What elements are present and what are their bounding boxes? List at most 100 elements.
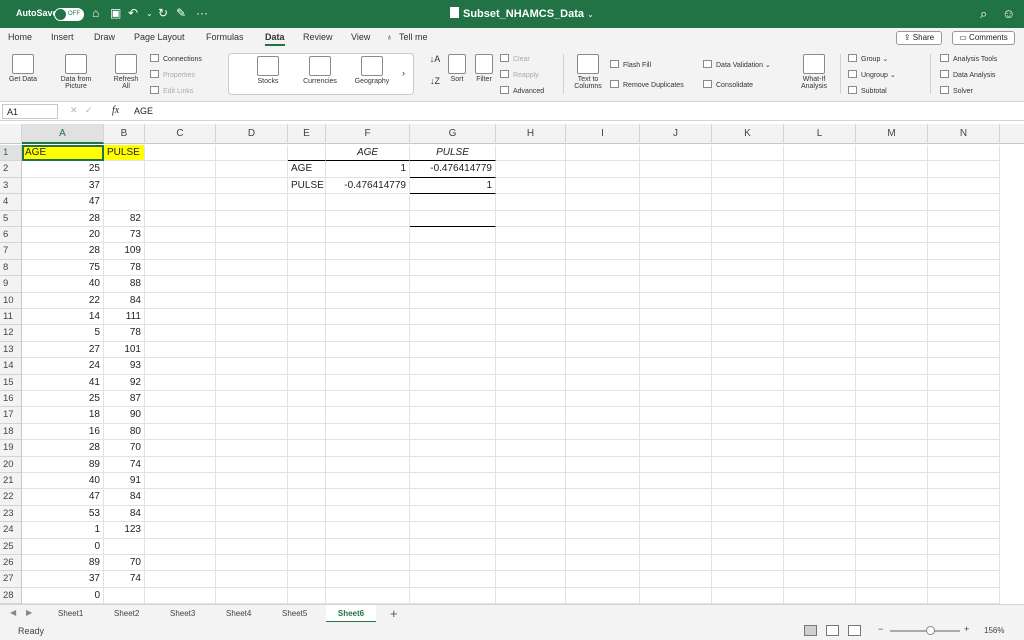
cell-n6[interactable] xyxy=(928,227,1000,244)
row-header[interactable]: 20 xyxy=(0,456,22,473)
cell-j7[interactable] xyxy=(640,243,712,260)
save-icon[interactable]: ▣ xyxy=(110,6,121,20)
cell-k22[interactable] xyxy=(712,489,784,506)
properties-button[interactable]: Properties xyxy=(150,70,195,79)
zoom-slider[interactable] xyxy=(890,630,960,632)
cell-c2[interactable] xyxy=(145,161,216,178)
cell-a1[interactable]: AGE xyxy=(22,145,104,162)
cell-c19[interactable] xyxy=(145,440,216,457)
cell-k15[interactable] xyxy=(712,374,784,391)
chevron-down-icon[interactable]: ⌄ xyxy=(587,10,594,19)
cell-k26[interactable] xyxy=(712,555,784,572)
cell-c20[interactable] xyxy=(145,456,216,473)
cell-d6[interactable] xyxy=(216,227,288,244)
cell-h10[interactable] xyxy=(496,292,566,309)
cell-f4[interactable] xyxy=(326,194,410,211)
cell-j2[interactable] xyxy=(640,161,712,178)
cell-b4[interactable] xyxy=(104,194,145,211)
autosave-toggle[interactable]: OFF xyxy=(54,8,84,21)
edit-links-button[interactable]: Edit Links xyxy=(150,86,193,95)
cell-l8[interactable] xyxy=(784,259,856,277)
cell-k14[interactable] xyxy=(712,358,784,375)
cell-j8[interactable] xyxy=(640,259,712,277)
row-header[interactable]: 11 xyxy=(0,309,22,326)
cell-a27[interactable]: 37 xyxy=(22,571,104,588)
sort-descending-button[interactable]: ↓Z xyxy=(428,76,442,86)
cell-i5[interactable] xyxy=(566,210,640,227)
cell-n12[interactable] xyxy=(928,325,1000,342)
cell-g5[interactable] xyxy=(410,210,496,227)
cell-i9[interactable] xyxy=(566,276,640,293)
cell-g17[interactable] xyxy=(410,407,496,424)
cell-f3[interactable]: -0.476414779 xyxy=(326,177,410,195)
cell-i27[interactable] xyxy=(566,571,640,588)
cell-e5[interactable] xyxy=(288,210,326,227)
cell-n18[interactable] xyxy=(928,423,1000,441)
cell-j21[interactable] xyxy=(640,473,712,490)
cell-j3[interactable] xyxy=(640,177,712,195)
cell-f23[interactable] xyxy=(326,505,410,523)
cell-c1[interactable] xyxy=(145,145,216,162)
cell-g28[interactable] xyxy=(410,587,496,604)
flash-fill-button[interactable]: Flash Fill xyxy=(610,60,651,69)
cell-n13[interactable] xyxy=(928,341,1000,359)
cell-j16[interactable] xyxy=(640,391,712,408)
consolidate-button[interactable]: Consolidate xyxy=(703,80,753,89)
cell-l13[interactable] xyxy=(784,341,856,359)
cell-e19[interactable] xyxy=(288,440,326,457)
cell-e4[interactable] xyxy=(288,194,326,211)
filter-button[interactable]: Filter xyxy=(472,54,496,83)
cell-d22[interactable] xyxy=(216,489,288,506)
cell-l21[interactable] xyxy=(784,473,856,490)
select-all-corner[interactable] xyxy=(0,124,22,144)
group-button[interactable]: Group ⌄ xyxy=(848,54,888,63)
cell-c8[interactable] xyxy=(145,259,216,277)
cell-m2[interactable] xyxy=(856,161,928,178)
cell-a25[interactable]: 0 xyxy=(22,538,104,555)
cell-c4[interactable] xyxy=(145,194,216,211)
cell-j24[interactable] xyxy=(640,522,712,539)
cancel-icon[interactable]: ✕ ✓ xyxy=(70,105,93,116)
cell-e7[interactable] xyxy=(288,243,326,260)
data-validation-button[interactable]: Data Validation ⌄ xyxy=(703,60,771,69)
cell-b11[interactable]: 111 xyxy=(104,309,145,326)
share-button[interactable]: ⇪ Share xyxy=(896,31,942,45)
cell-l9[interactable] xyxy=(784,276,856,293)
customize-icon[interactable]: ✎ xyxy=(176,6,186,20)
cell-f21[interactable] xyxy=(326,473,410,490)
clear-button[interactable]: Clear xyxy=(500,54,530,63)
tab-insert[interactable]: Insert xyxy=(51,32,74,42)
cell-f14[interactable] xyxy=(326,358,410,375)
cell-n14[interactable] xyxy=(928,358,1000,375)
row-header[interactable]: 24 xyxy=(0,522,22,539)
cell-e24[interactable] xyxy=(288,522,326,539)
column-header-j[interactable]: J xyxy=(640,124,712,144)
cell-n7[interactable] xyxy=(928,243,1000,260)
cell-a21[interactable]: 40 xyxy=(22,473,104,490)
cell-m22[interactable] xyxy=(856,489,928,506)
tab-page-layout[interactable]: Page Layout xyxy=(134,32,185,42)
cell-i2[interactable] xyxy=(566,161,640,178)
cell-h15[interactable] xyxy=(496,374,566,391)
cell-m3[interactable] xyxy=(856,177,928,195)
column-header-d[interactable]: D xyxy=(216,124,288,144)
cell-g23[interactable] xyxy=(410,505,496,523)
cell-g27[interactable] xyxy=(410,571,496,588)
cell-e1[interactable] xyxy=(288,145,326,162)
cell-f9[interactable] xyxy=(326,276,410,293)
cell-a7[interactable]: 28 xyxy=(22,243,104,260)
cell-a11[interactable]: 14 xyxy=(22,309,104,326)
tab-formulas[interactable]: Formulas xyxy=(206,32,244,42)
stocks-button[interactable]: Stocks xyxy=(248,56,288,85)
cell-i19[interactable] xyxy=(566,440,640,457)
cell-k21[interactable] xyxy=(712,473,784,490)
cell-b19[interactable]: 70 xyxy=(104,440,145,457)
cell-g11[interactable] xyxy=(410,309,496,326)
cell-c15[interactable] xyxy=(145,374,216,391)
cell-i26[interactable] xyxy=(566,555,640,572)
cell-a6[interactable]: 20 xyxy=(22,227,104,244)
cell-a9[interactable]: 40 xyxy=(22,276,104,293)
cell-i3[interactable] xyxy=(566,177,640,195)
cell-e28[interactable] xyxy=(288,587,326,604)
cell-m7[interactable] xyxy=(856,243,928,260)
